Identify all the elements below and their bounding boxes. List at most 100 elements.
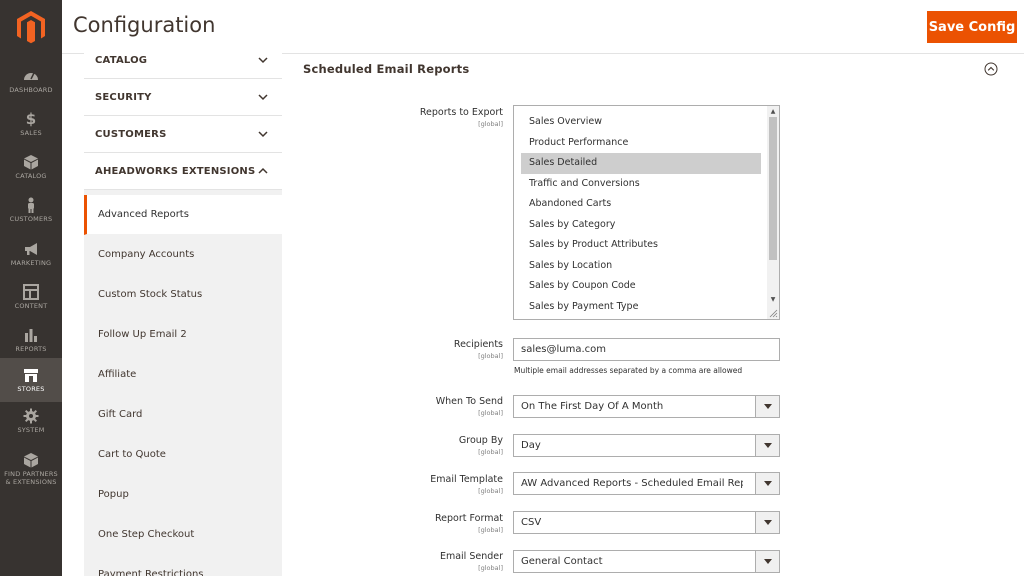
tab-sub-list: Advanced Reports Company Accounts Custom…: [84, 190, 282, 576]
menu-item-catalog[interactable]: CATALOG: [0, 148, 62, 191]
menu-item-system[interactable]: SYSTEM: [0, 402, 62, 445]
dropdown-button[interactable]: [755, 512, 779, 533]
triangle-down-icon: [764, 520, 772, 525]
option-sales-by-coupon-code[interactable]: Sales by Coupon Code: [521, 276, 761, 297]
menu-item-dashboard[interactable]: DASHBOARD: [0, 62, 62, 105]
megaphone-icon: [25, 243, 37, 255]
menu-label: MARKETING: [10, 259, 52, 267]
option-abandoned-carts[interactable]: Abandoned Carts: [521, 194, 761, 215]
section-title[interactable]: Scheduled Email Reports: [303, 62, 469, 76]
chevron-down-icon: [258, 94, 268, 101]
tab-company-accounts[interactable]: Company Accounts: [84, 235, 282, 275]
layout-icon: [23, 284, 39, 300]
option-sales-by-payment-type[interactable]: Sales by Payment Type: [521, 297, 761, 318]
tab-gift-card[interactable]: Gift Card: [84, 395, 282, 435]
box-icon: [24, 155, 38, 170]
triangle-down-icon: [764, 404, 772, 409]
group-by-select[interactable]: Day: [513, 434, 780, 457]
dropdown-button[interactable]: [755, 435, 779, 456]
scrollbar-thumb[interactable]: [769, 117, 777, 260]
magento-logo-icon[interactable]: [13, 9, 49, 45]
scope-label: [global]: [478, 120, 503, 128]
menu-label: CATALOG: [15, 172, 47, 180]
dropdown-button[interactable]: [755, 551, 779, 572]
chevron-down-icon: [258, 57, 268, 64]
tab-one-step-checkout[interactable]: One Step Checkout: [84, 515, 282, 555]
menu-item-stores[interactable]: STORES: [0, 358, 62, 402]
dropdown-button[interactable]: [755, 473, 779, 494]
option-traffic-conversions[interactable]: Traffic and Conversions: [521, 174, 761, 195]
chevron-down-icon: [258, 131, 268, 138]
menu-item-marketing[interactable]: MARKETING: [0, 235, 62, 278]
tab-custom-stock-status[interactable]: Custom Stock Status: [84, 275, 282, 315]
tab-advanced-reports[interactable]: Advanced Reports: [84, 195, 282, 235]
recipients-input[interactable]: [513, 338, 780, 361]
resize-grip-icon[interactable]: [769, 309, 778, 318]
config-tabs: CATALOG SECURITY CUSTOMERS AHEADWORKS EX…: [84, 42, 282, 576]
menu-item-content[interactable]: CONTENT: [0, 278, 62, 321]
scope-label: [global]: [478, 409, 503, 417]
scope-label: [global]: [478, 526, 503, 534]
tab-popup[interactable]: Popup: [84, 475, 282, 515]
tab-group-aheadworks[interactable]: AHEADWORKS EXTENSIONS: [84, 153, 282, 190]
triangle-down-icon: [764, 443, 772, 448]
menu-item-find-partners[interactable]: FIND PARTNERS & EXTENSIONS: [0, 446, 62, 494]
select-value: Day: [521, 440, 541, 451]
triangle-down-icon: [764, 559, 772, 564]
scope-label: [global]: [478, 487, 503, 495]
report-format-label: Report Format: [435, 513, 503, 524]
scope-label: [global]: [478, 352, 503, 360]
scroll-down-arrow-icon[interactable]: ▼: [769, 296, 777, 304]
email-template-label: Email Template: [430, 474, 503, 485]
tab-group-label: AHEADWORKS EXTENSIONS: [95, 165, 256, 177]
option-product-performance[interactable]: Product Performance: [521, 133, 761, 154]
option-sales-overview[interactable]: Sales Overview: [521, 112, 761, 133]
menu-label: STORES: [17, 385, 45, 393]
email-sender-select[interactable]: General Contact: [513, 550, 780, 573]
menu-label: DASHBOARD: [9, 86, 53, 94]
menu-item-sales[interactable]: $ SALES: [0, 105, 62, 148]
select-value: General Contact: [521, 556, 603, 567]
tab-group-security[interactable]: SECURITY: [84, 79, 282, 116]
reports-to-export-multiselect[interactable]: Sales Overview Product Performance Sales…: [513, 105, 780, 320]
scroll-up-arrow-icon[interactable]: ▲: [769, 108, 777, 116]
menu-label: FIND PARTNERS: [4, 470, 58, 478]
tab-group-label: CATALOG: [95, 54, 148, 66]
option-sales-by-category[interactable]: Sales by Category: [521, 215, 761, 236]
tab-group-label: SECURITY: [95, 91, 152, 103]
app-root: DASHBOARD $ SALES CATALOG CUSTOMERS MARK…: [0, 0, 1024, 576]
group-by-label: Group By: [458, 435, 503, 446]
dropdown-button[interactable]: [755, 396, 779, 417]
triangle-down-icon: [764, 481, 772, 486]
option-sales-by-product-attributes[interactable]: Sales by Product Attributes: [521, 235, 761, 256]
select-value: AW Advanced Reports - Scheduled Email Re…: [521, 478, 743, 489]
option-sales-detailed[interactable]: Sales Detailed: [521, 153, 761, 174]
tab-group-catalog[interactable]: CATALOG: [84, 42, 282, 79]
menu-label: SYSTEM: [17, 426, 45, 434]
menu-label: SALES: [20, 129, 42, 137]
tab-group-label: CUSTOMERS: [95, 128, 167, 140]
select-value: CSV: [521, 517, 542, 528]
dashboard-icon: [24, 72, 38, 80]
page-title: Configuration: [73, 13, 216, 37]
menu-label-line2: & EXTENSIONS: [5, 478, 57, 486]
menu-label: CUSTOMERS: [9, 215, 53, 223]
chevron-up-icon: [258, 167, 268, 174]
option-sales-by-location[interactable]: Sales by Location: [521, 256, 761, 277]
menu-item-customers[interactable]: CUSTOMERS: [0, 191, 62, 234]
report-format-select[interactable]: CSV: [513, 511, 780, 534]
gear-icon: [23, 408, 39, 424]
when-to-send-select[interactable]: On The First Day Of A Month: [513, 395, 780, 418]
tab-cart-to-quote[interactable]: Cart to Quote: [84, 435, 282, 475]
save-config-button[interactable]: Save Config: [927, 11, 1017, 43]
tab-payment-restrictions[interactable]: Payment Restrictions: [84, 555, 282, 576]
dollar-icon: $: [25, 110, 37, 128]
store-icon: [24, 369, 38, 382]
email-template-select[interactable]: AW Advanced Reports - Scheduled Email Re…: [513, 472, 780, 495]
multiselect-scrollbar[interactable]: ▲ ▼: [767, 106, 779, 319]
tab-affiliate[interactable]: Affiliate: [84, 355, 282, 395]
tab-follow-up-email[interactable]: Follow Up Email 2: [84, 315, 282, 355]
tab-group-customers[interactable]: CUSTOMERS: [84, 116, 282, 153]
collapse-circle-icon[interactable]: [984, 62, 998, 76]
scope-label: [global]: [478, 564, 503, 572]
